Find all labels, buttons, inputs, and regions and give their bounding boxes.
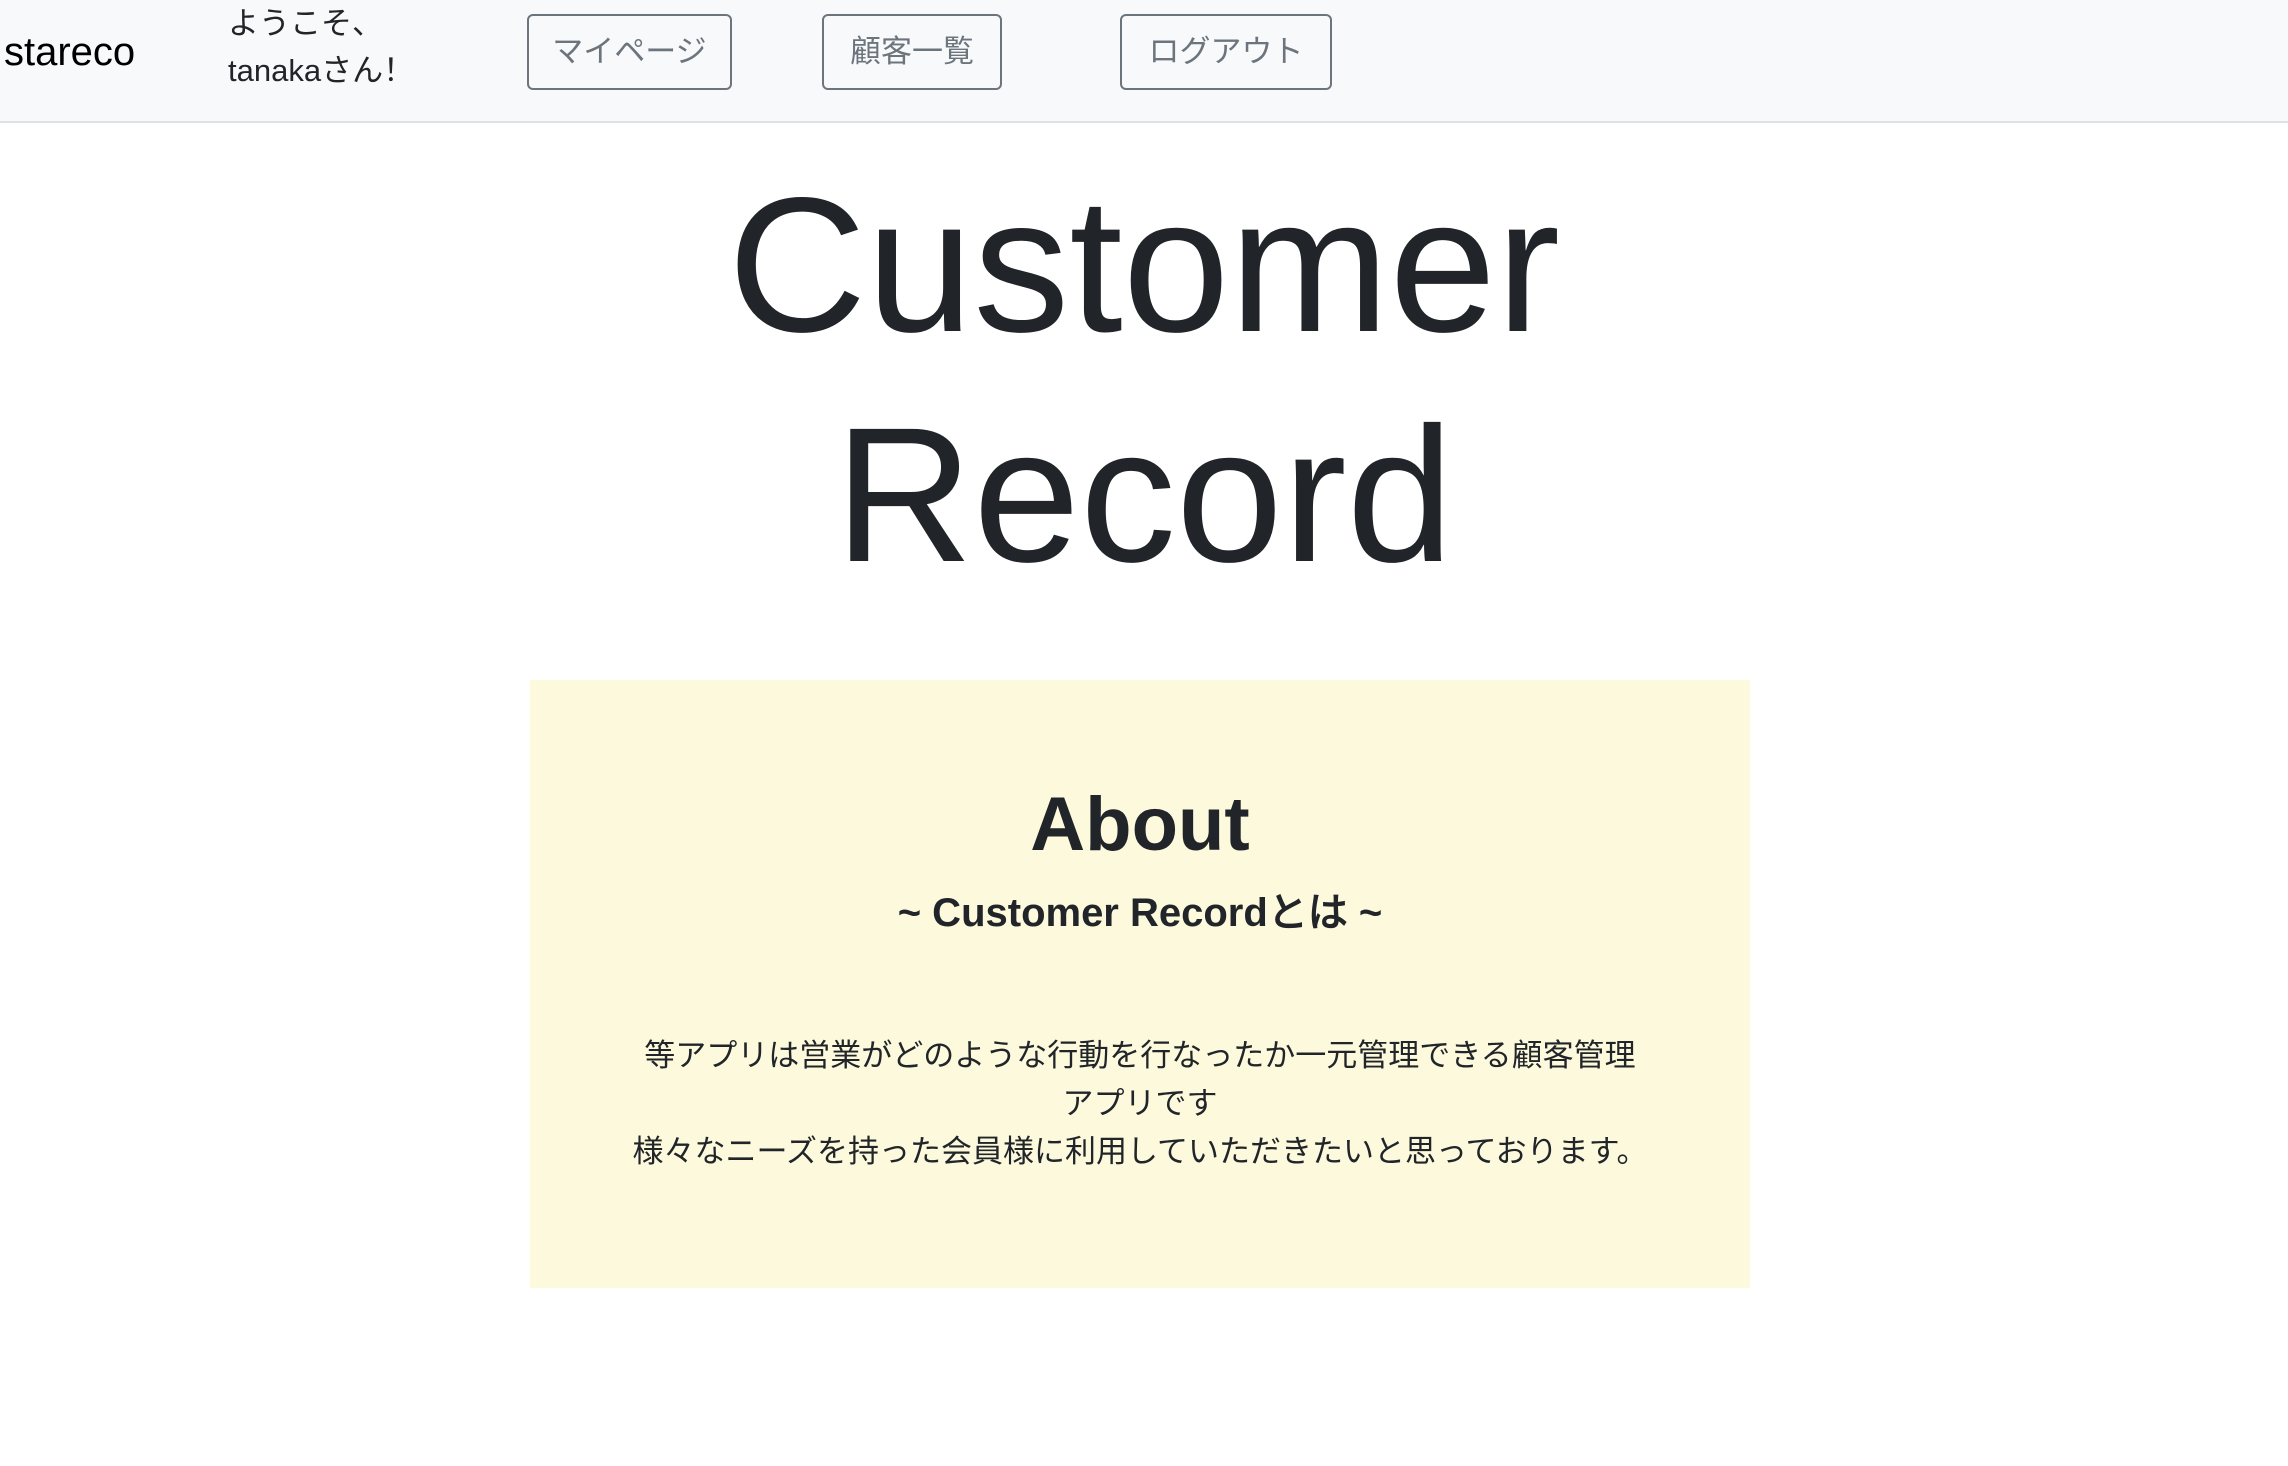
about-heading: About — [1030, 782, 1250, 867]
welcome-message: ようこそ、 tanakaさん！ — [228, 0, 448, 94]
welcome-line-1: ようこそ、 — [228, 6, 383, 41]
navbar: stareco ようこそ、 tanakaさん！ マイページ 顧客一覧 ログアウト — [0, 0, 2288, 123]
welcome-line-2: tanakaさん！ — [228, 53, 415, 88]
logout-button[interactable]: ログアウト — [1120, 14, 1332, 90]
page-title-line-2: Record — [834, 387, 1454, 602]
about-section: About ~ Customer Recordとは ~ 等アプリは営業がどのよう… — [530, 680, 1750, 1288]
mypage-button[interactable]: マイページ — [527, 14, 732, 90]
about-subheading: ~ Customer Recordとは ~ — [897, 891, 1383, 935]
customer-list-button[interactable]: 顧客一覧 — [822, 14, 1002, 90]
page-title-line-1: Customer — [727, 157, 1561, 372]
about-description: 等アプリは営業がどのような行動を行なったか一元管理できる顧客管理アプリです 様々… — [630, 1032, 1650, 1176]
brand-logo-link[interactable]: stareco — [4, 26, 135, 78]
page-title: Customer Record — [0, 150, 2288, 610]
about-paragraph-1: 等アプリは営業がどのような行動を行なったか一元管理できる顧客管理アプリです — [644, 1038, 1636, 1122]
about-paragraph-2: 様々なニーズを持った会員様に利用していただきたいと思っております。 — [632, 1134, 1648, 1170]
